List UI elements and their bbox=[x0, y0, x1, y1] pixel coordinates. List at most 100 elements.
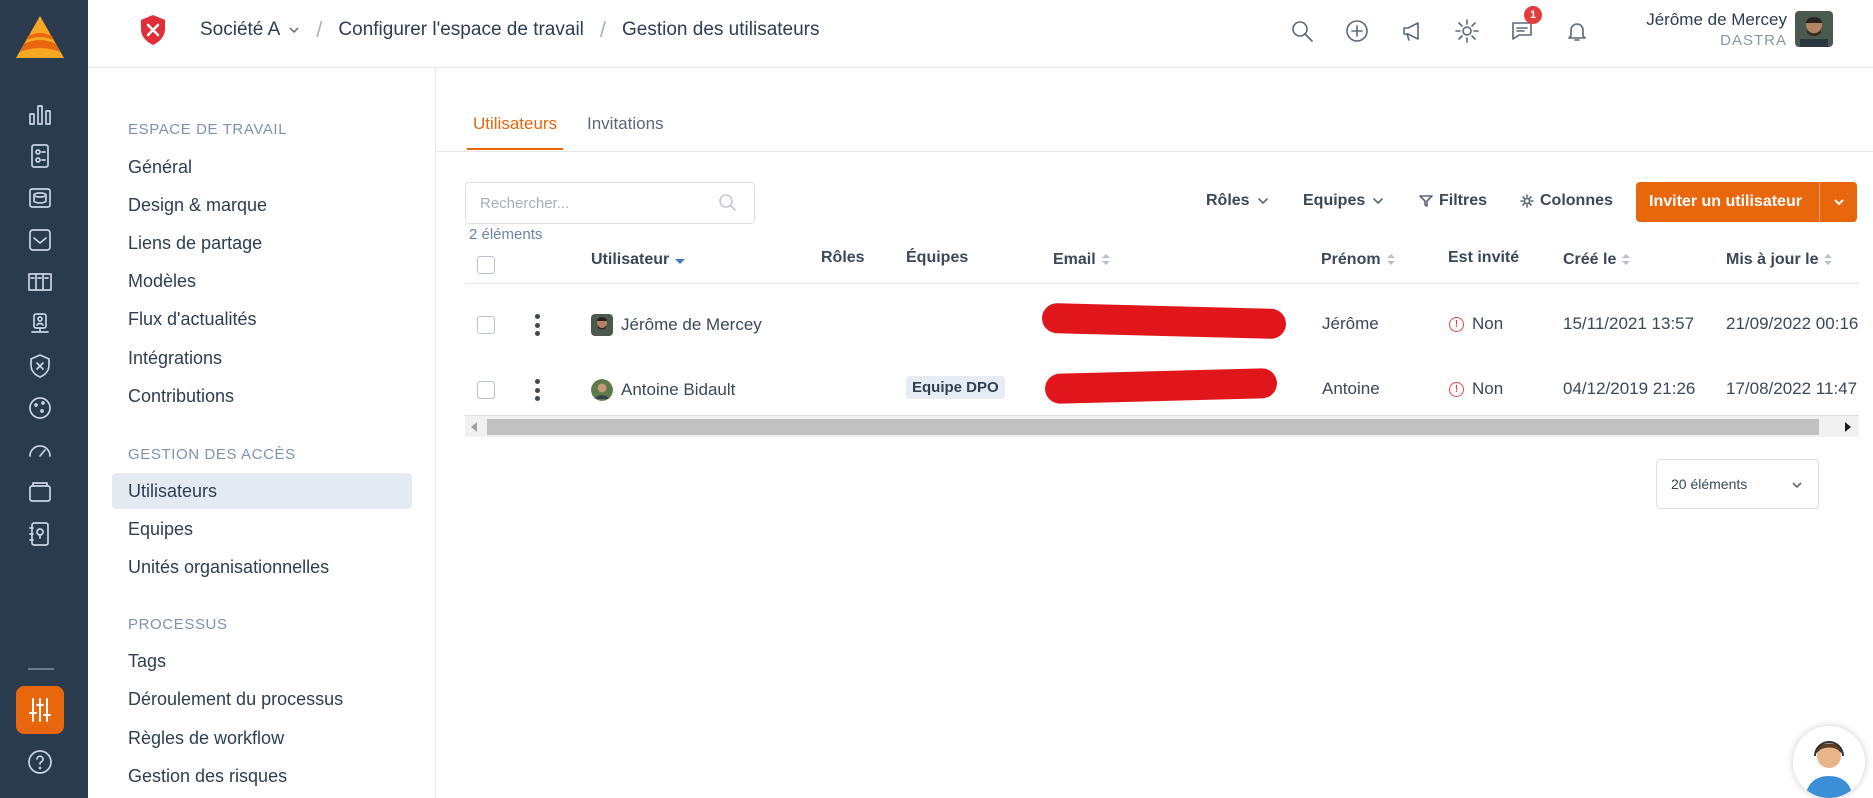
col-header-teams-label: Équipes bbox=[906, 249, 969, 266]
row-menu-icon[interactable] bbox=[533, 314, 541, 336]
col-header-email[interactable]: Email bbox=[1053, 251, 1110, 269]
filters-button[interactable]: Filtres bbox=[1419, 192, 1487, 210]
columns-button[interactable]: Colonnes bbox=[1520, 192, 1613, 210]
chevron-down-icon bbox=[1792, 482, 1802, 489]
cookie-icon[interactable] bbox=[22, 390, 58, 426]
invited-value: Non bbox=[1472, 379, 1504, 398]
app-logo[interactable] bbox=[14, 14, 66, 60]
main-content: Utilisateurs Invitations Rechercher... 2… bbox=[437, 68, 1873, 798]
sidebar-item-design[interactable]: Design & marque bbox=[112, 187, 412, 223]
cell-firstname: Antoine bbox=[1322, 379, 1380, 398]
sidebar-item-users[interactable]: Utilisateurs bbox=[112, 473, 412, 509]
user-network-icon[interactable] bbox=[22, 306, 58, 342]
sidebar-item-integrations[interactable]: Intégrations bbox=[112, 340, 412, 376]
cell-invited: ! Non bbox=[1449, 379, 1503, 399]
breadcrumb-user-management: Gestion des utilisateurs bbox=[622, 19, 820, 40]
sidebar-item-templates[interactable]: Modèles bbox=[112, 263, 412, 299]
registry-icon[interactable] bbox=[22, 138, 58, 174]
gauge-icon[interactable] bbox=[22, 432, 58, 468]
col-header-invited: Est invité bbox=[1448, 249, 1519, 267]
top-bar: Société A / Configurer l'espace de trava… bbox=[88, 0, 1873, 68]
col-header-roles: Rôles bbox=[821, 249, 865, 267]
horizontal-scrollbar[interactable] bbox=[465, 415, 1859, 437]
database-icon[interactable] bbox=[22, 180, 58, 216]
cell-user[interactable]: Jérôme de Mercey bbox=[591, 314, 762, 336]
sidebar-item-teams[interactable]: Equipes bbox=[112, 511, 412, 547]
sidebar-item-risk-management[interactable]: Gestion des risques bbox=[112, 758, 412, 794]
chevron-down-icon[interactable] bbox=[288, 24, 300, 36]
dashboard-icon[interactable] bbox=[22, 96, 58, 132]
tab-invitations[interactable]: Invitations bbox=[587, 114, 664, 148]
col-header-updated[interactable]: Mis à jour le bbox=[1726, 251, 1833, 269]
cell-updated: 21/09/2022 00:16 bbox=[1726, 314, 1859, 333]
redacted-email bbox=[1044, 367, 1278, 405]
top-actions: 1 bbox=[1285, 6, 1593, 47]
warning-icon: ! bbox=[1449, 381, 1464, 397]
cell-firstname: Jérôme bbox=[1322, 314, 1379, 333]
team-badge[interactable]: Equipe DPO bbox=[906, 376, 1005, 399]
help-icon[interactable] bbox=[22, 744, 58, 780]
teams-filter[interactable]: Equipes bbox=[1303, 192, 1385, 210]
col-header-email-label: Email bbox=[1053, 251, 1096, 268]
col-header-created[interactable]: Créé le bbox=[1563, 251, 1631, 269]
tab-users[interactable]: Utilisateurs bbox=[467, 114, 564, 150]
library-icon[interactable] bbox=[22, 264, 58, 300]
invite-dropdown-toggle[interactable] bbox=[1819, 182, 1857, 222]
user-name: Jérôme de Mercey bbox=[1646, 10, 1787, 29]
sidebar-item-workflow-rules[interactable]: Règles de workflow bbox=[112, 720, 412, 756]
messages-icon[interactable]: 1 bbox=[1505, 6, 1542, 47]
megaphone-icon[interactable] bbox=[1395, 14, 1428, 47]
sidebar-item-general[interactable]: Général bbox=[112, 149, 412, 185]
roles-filter-label: Rôles bbox=[1206, 192, 1250, 209]
company-shield-icon bbox=[141, 15, 165, 45]
scroll-right-icon[interactable] bbox=[1845, 422, 1851, 432]
row-checkbox[interactable] bbox=[477, 316, 495, 334]
invited-value: Non bbox=[1472, 314, 1504, 333]
invite-user-button[interactable]: Inviter un utilisateur bbox=[1636, 182, 1857, 222]
search-icon[interactable] bbox=[1285, 14, 1318, 47]
settings-sliders-icon[interactable] bbox=[16, 686, 64, 734]
invite-user-label: Inviter un utilisateur bbox=[1649, 193, 1802, 210]
col-header-teams: Équipes bbox=[906, 249, 968, 267]
user-menu[interactable]: Jérôme de Mercey DASTRA bbox=[1646, 10, 1787, 49]
warning-icon: ! bbox=[1449, 316, 1464, 332]
roles-filter[interactable]: Rôles bbox=[1206, 192, 1270, 210]
section-workspace: ESPACE DE TRAVAIL bbox=[128, 121, 288, 138]
scroll-thumb[interactable] bbox=[487, 419, 1819, 435]
folder-icon[interactable] bbox=[22, 474, 58, 510]
cell-updated: 17/08/2022 11:47 bbox=[1726, 379, 1858, 398]
sidebar-item-tags[interactable]: Tags bbox=[112, 643, 412, 679]
select-all-checkbox[interactable] bbox=[477, 256, 495, 274]
page-size-select[interactable]: 20 éléments bbox=[1656, 459, 1819, 509]
add-icon[interactable] bbox=[1340, 14, 1373, 47]
checklist-icon[interactable] bbox=[22, 222, 58, 258]
chevron-down-icon bbox=[1373, 198, 1384, 204]
gear-icon[interactable] bbox=[1450, 14, 1483, 47]
header-divider bbox=[465, 283, 1859, 284]
filter-icon bbox=[1419, 195, 1433, 207]
breadcrumb-separator: / bbox=[316, 17, 323, 42]
filters-label: Filtres bbox=[1439, 192, 1488, 209]
bell-icon[interactable] bbox=[1560, 14, 1593, 47]
sort-desc-icon bbox=[675, 259, 686, 264]
scroll-left-icon[interactable] bbox=[471, 422, 477, 432]
row-checkbox[interactable] bbox=[477, 381, 495, 399]
sidebar-item-share-links[interactable]: Liens de partage bbox=[112, 225, 412, 261]
row-menu-icon[interactable] bbox=[533, 379, 541, 401]
breadcrumb-configure-workspace[interactable]: Configurer l'espace de travail bbox=[338, 19, 583, 41]
support-assistant-icon[interactable] bbox=[1793, 726, 1865, 798]
notebook-icon[interactable] bbox=[22, 516, 58, 552]
sidebar-item-process-flow[interactable]: Déroulement du processus bbox=[112, 681, 412, 717]
company-selector[interactable]: Société A bbox=[200, 19, 280, 41]
col-header-user[interactable]: Utilisateur bbox=[591, 251, 686, 269]
shield-icon[interactable] bbox=[22, 348, 58, 384]
breadcrumb: Société A / Configurer l'espace de trava… bbox=[200, 17, 820, 43]
sidebar-item-org-units[interactable]: Unités organisationnelles bbox=[112, 549, 412, 585]
avatar[interactable] bbox=[1795, 11, 1833, 47]
sidebar-item-contributions[interactable]: Contributions bbox=[112, 378, 412, 414]
col-header-firstname[interactable]: Prénom bbox=[1321, 251, 1395, 269]
sidebar-item-news-feed[interactable]: Flux d'actualités bbox=[112, 301, 412, 337]
search-input[interactable]: Rechercher... bbox=[465, 182, 755, 224]
columns-label: Colonnes bbox=[1540, 192, 1613, 209]
cell-user[interactable]: Antoine Bidault bbox=[591, 379, 735, 401]
